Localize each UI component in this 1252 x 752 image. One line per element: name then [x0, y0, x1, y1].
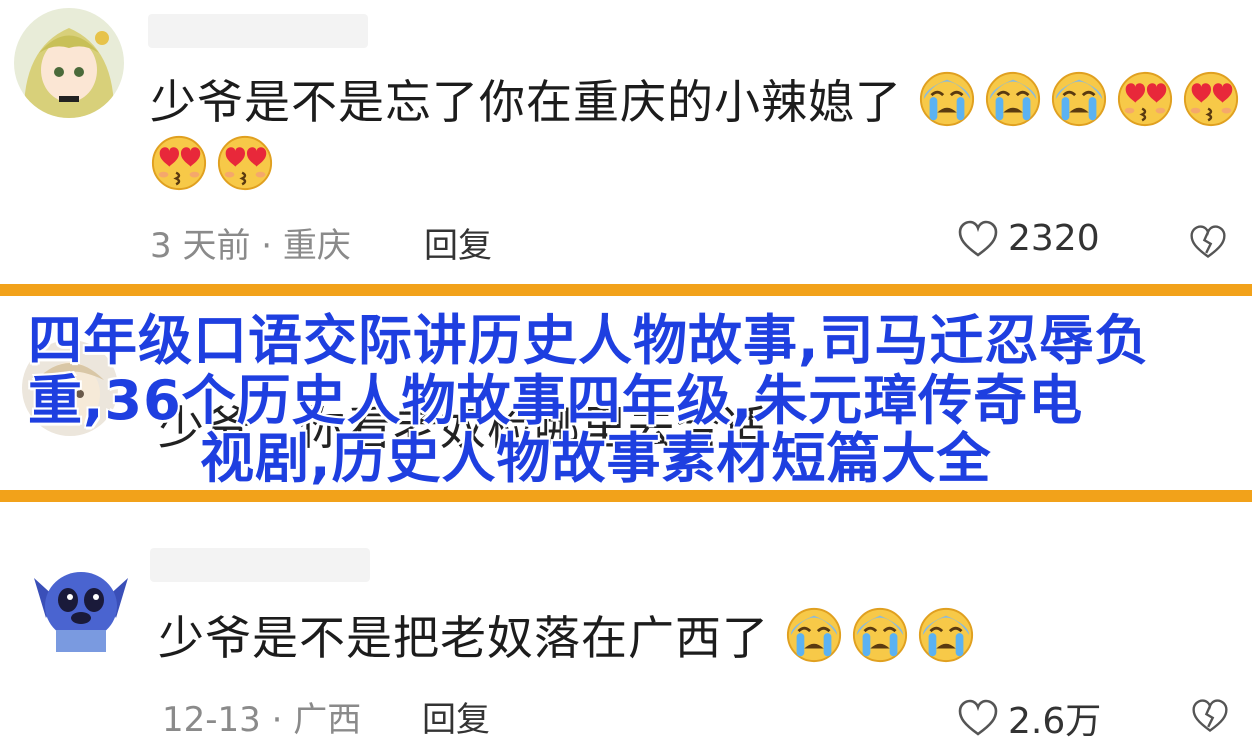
reply-button[interactable]: 回复 [424, 218, 492, 267]
username-placeholder[interactable] [150, 548, 370, 582]
reply-button[interactable]: 回复 [422, 692, 490, 741]
crying-face-emoji [918, 70, 976, 128]
broken-heart-icon[interactable] [1190, 696, 1230, 736]
comment-text: 少爷是不是把老奴落在广西了 [158, 606, 983, 670]
like-button[interactable]: 2.6万 [956, 692, 1101, 744]
like-count: 2320 [1008, 218, 1100, 259]
heart-eyes-emoji [1182, 70, 1240, 128]
title-banner: 四年级口语交际讲历史人物故事,司马迁忍辱负 重,36个历史人物故事四年级,朱元璋… [0, 296, 1252, 490]
crying-face-emoji [1050, 70, 1108, 128]
crying-face-emoji [851, 606, 909, 664]
comment-item: 少爷是不是忘了你在重庆的小辣媳了 3 天前 · 重庆 回复 2320 [0, 0, 1252, 282]
heart-eyes-emoji [150, 134, 208, 192]
comment-item: 少爷是不是把老奴落在广西了 12-13 · 广西 回复 2.6万 [0, 520, 1252, 752]
comment-text: 少爷是不是忘了你在重庆的小辣媳了 [150, 70, 1248, 134]
heart-outline-icon [956, 219, 1000, 259]
heart-outline-icon [956, 698, 1000, 738]
like-count: 2.6万 [1008, 701, 1102, 742]
divider [0, 284, 1252, 296]
comment-meta: 3 天前 · 重庆 [150, 226, 351, 266]
comment-text-line2 [150, 134, 282, 198]
avatar[interactable] [14, 8, 124, 118]
crying-face-emoji [917, 606, 975, 664]
comment-meta: 12-13 · 广西 [162, 700, 362, 740]
username-placeholder[interactable] [148, 14, 368, 48]
heart-eyes-emoji [216, 134, 274, 192]
crying-face-emoji [785, 606, 843, 664]
heart-eyes-emoji [1116, 70, 1174, 128]
crying-face-emoji [984, 70, 1042, 128]
banner-line-3: 视剧,历史人物故事素材短篇大全 [200, 427, 992, 490]
like-button[interactable]: 2320 [956, 218, 1100, 259]
avatar[interactable] [26, 548, 136, 658]
divider [0, 490, 1252, 502]
broken-heart-icon[interactable] [1188, 222, 1228, 262]
